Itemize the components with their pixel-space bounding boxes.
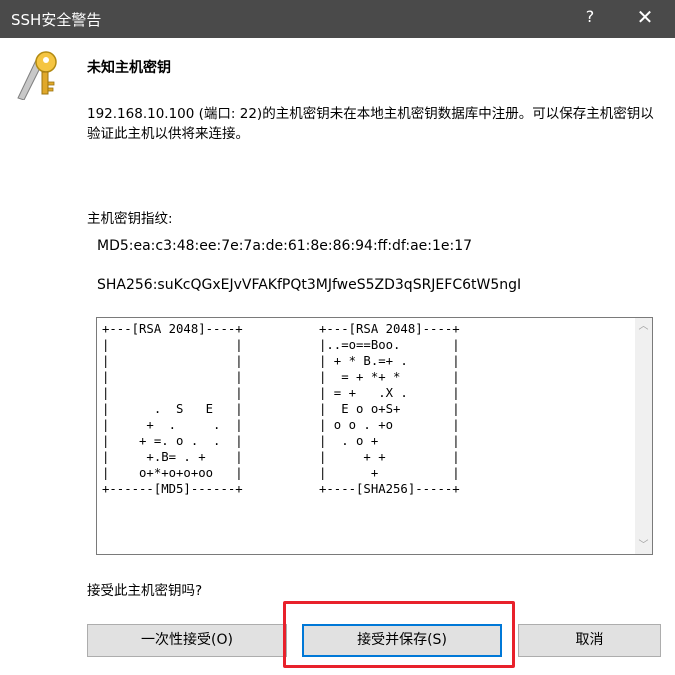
accept-once-button[interactable]: 一次性接受(O) — [87, 624, 287, 657]
md5-fingerprint: MD5:ea:c3:48:ee:7e:7a:de:61:8e:86:94:ff:… — [97, 238, 473, 254]
cancel-button[interactable]: 取消 — [518, 624, 661, 657]
accept-question: 接受此主机密钥吗? — [87, 583, 203, 599]
chevron-up-icon[interactable]: ︿ — [635, 318, 652, 335]
close-button[interactable]: ✕ — [630, 5, 660, 29]
highlight-box — [283, 601, 515, 668]
randomart-sha256: +---[RSA 2048]----+ |..=o==Boo. | | + * … — [319, 322, 460, 496]
help-button[interactable]: ? — [580, 7, 600, 26]
dialog-message: 192.168.10.100 (端口: 22)的主机密钥未在本地主机密钥数据库中… — [87, 106, 654, 142]
chevron-down-icon[interactable]: ﹀ — [635, 537, 652, 554]
fingerprint-label: 主机密钥指纹: — [87, 211, 173, 227]
randomart-textbox[interactable]: +---[RSA 2048]----+ | | | | | | | | | . … — [96, 317, 653, 555]
title-bar: SSH安全警告 ? ✕ — [0, 0, 675, 38]
randomart-md5: +---[RSA 2048]----+ | | | | | | | | | . … — [102, 322, 243, 496]
key-icon — [17, 51, 57, 100]
dialog-heading: 未知主机密钥 — [87, 60, 171, 76]
sha256-fingerprint: SHA256:suKcQGxEJvVFAKfPQt3MJfweS5ZD3qSRJ… — [97, 277, 522, 293]
window-title: SSH安全警告 — [11, 11, 102, 29]
vertical-scrollbar[interactable]: ︿ ﹀ — [635, 318, 652, 554]
